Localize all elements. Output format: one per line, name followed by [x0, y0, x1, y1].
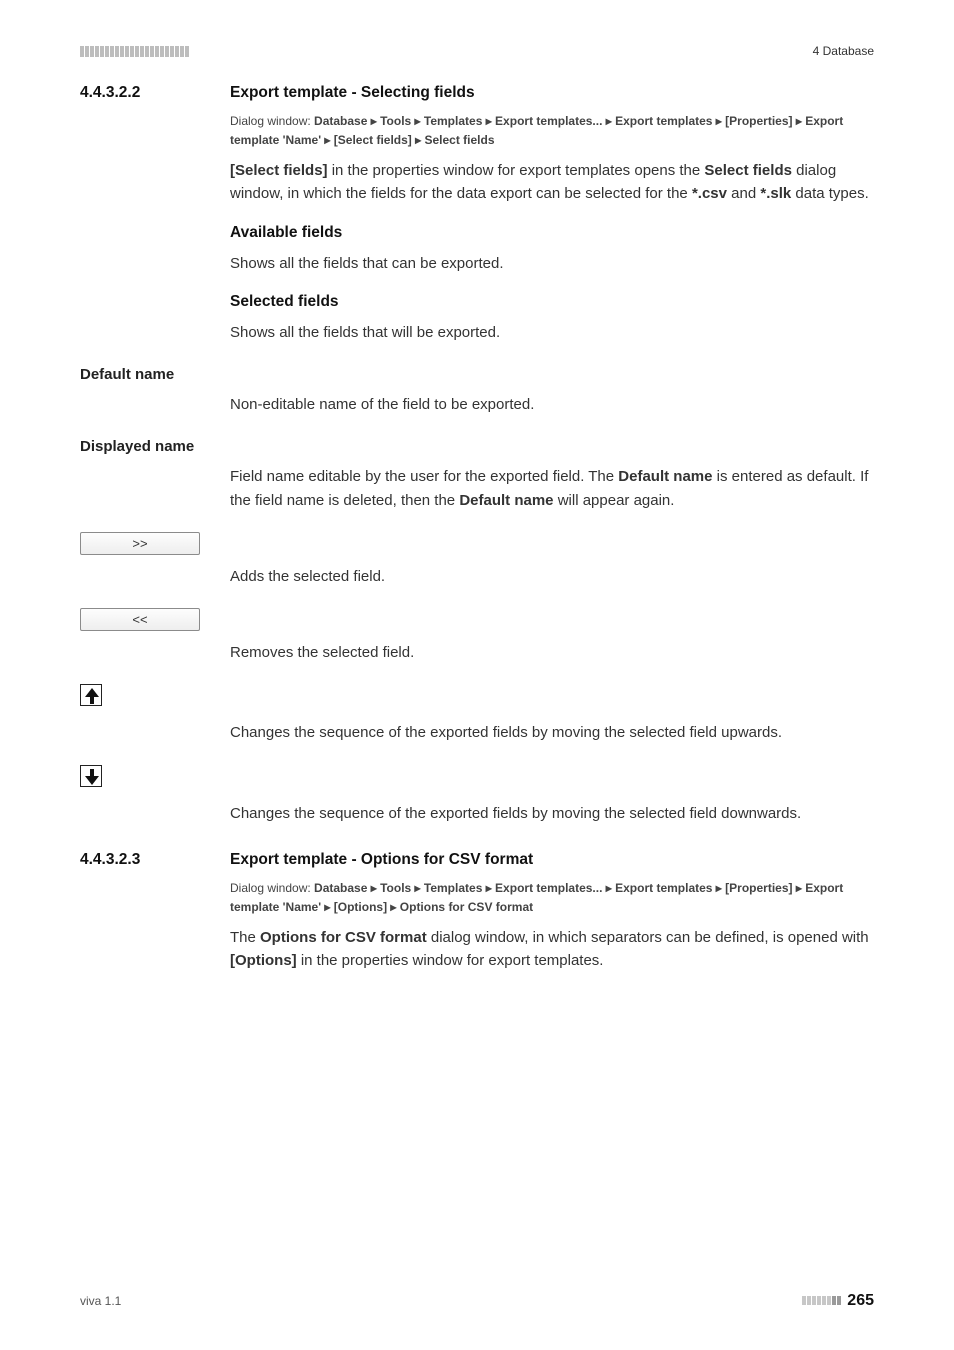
page-number: 265	[847, 1292, 874, 1310]
available-fields-text: Shows all the fields that can be exporte…	[230, 252, 874, 275]
term-displayed-name-text: Field name editable by the user for the …	[230, 465, 874, 512]
section-number: 4.4.3.2.2	[80, 84, 230, 102]
footer-version: viva 1.1	[80, 1294, 121, 1308]
remove-field-text: Removes the selected field.	[230, 641, 874, 664]
move-down-text: Changes the sequence of the exported fie…	[230, 802, 874, 825]
section-intro: The Options for CSV format dialog window…	[230, 926, 874, 973]
add-field-text: Adds the selected field.	[230, 565, 874, 588]
subheading-selected-fields: Selected fields	[230, 293, 874, 311]
term-default-name-text: Non-editable name of the field to be exp…	[230, 393, 874, 416]
running-header: 4 Database	[813, 44, 874, 58]
remove-field-button[interactable]: <<	[80, 608, 200, 631]
move-down-button[interactable]	[80, 765, 102, 787]
subheading-available-fields: Available fields	[230, 224, 874, 242]
section-title: Export template - Options for CSV format	[230, 851, 533, 869]
dialog-path: Dialog window: Database ▸ Tools ▸ Templa…	[230, 879, 874, 916]
selected-fields-text: Shows all the fields that will be export…	[230, 321, 874, 344]
footer-ornament	[802, 1296, 841, 1305]
move-up-button[interactable]	[80, 684, 102, 706]
header-ornament	[80, 46, 189, 57]
term-displayed-name-label: Displayed name	[80, 438, 874, 455]
section-intro: [Select fields] in the properties window…	[230, 159, 874, 206]
dialog-path: Dialog window: Database ▸ Tools ▸ Templa…	[230, 112, 874, 149]
section-number: 4.4.3.2.3	[80, 851, 230, 869]
term-default-name-label: Default name	[80, 366, 874, 383]
add-field-button[interactable]: >>	[80, 532, 200, 555]
move-up-text: Changes the sequence of the exported fie…	[230, 721, 874, 744]
section-title: Export template - Selecting fields	[230, 84, 475, 102]
